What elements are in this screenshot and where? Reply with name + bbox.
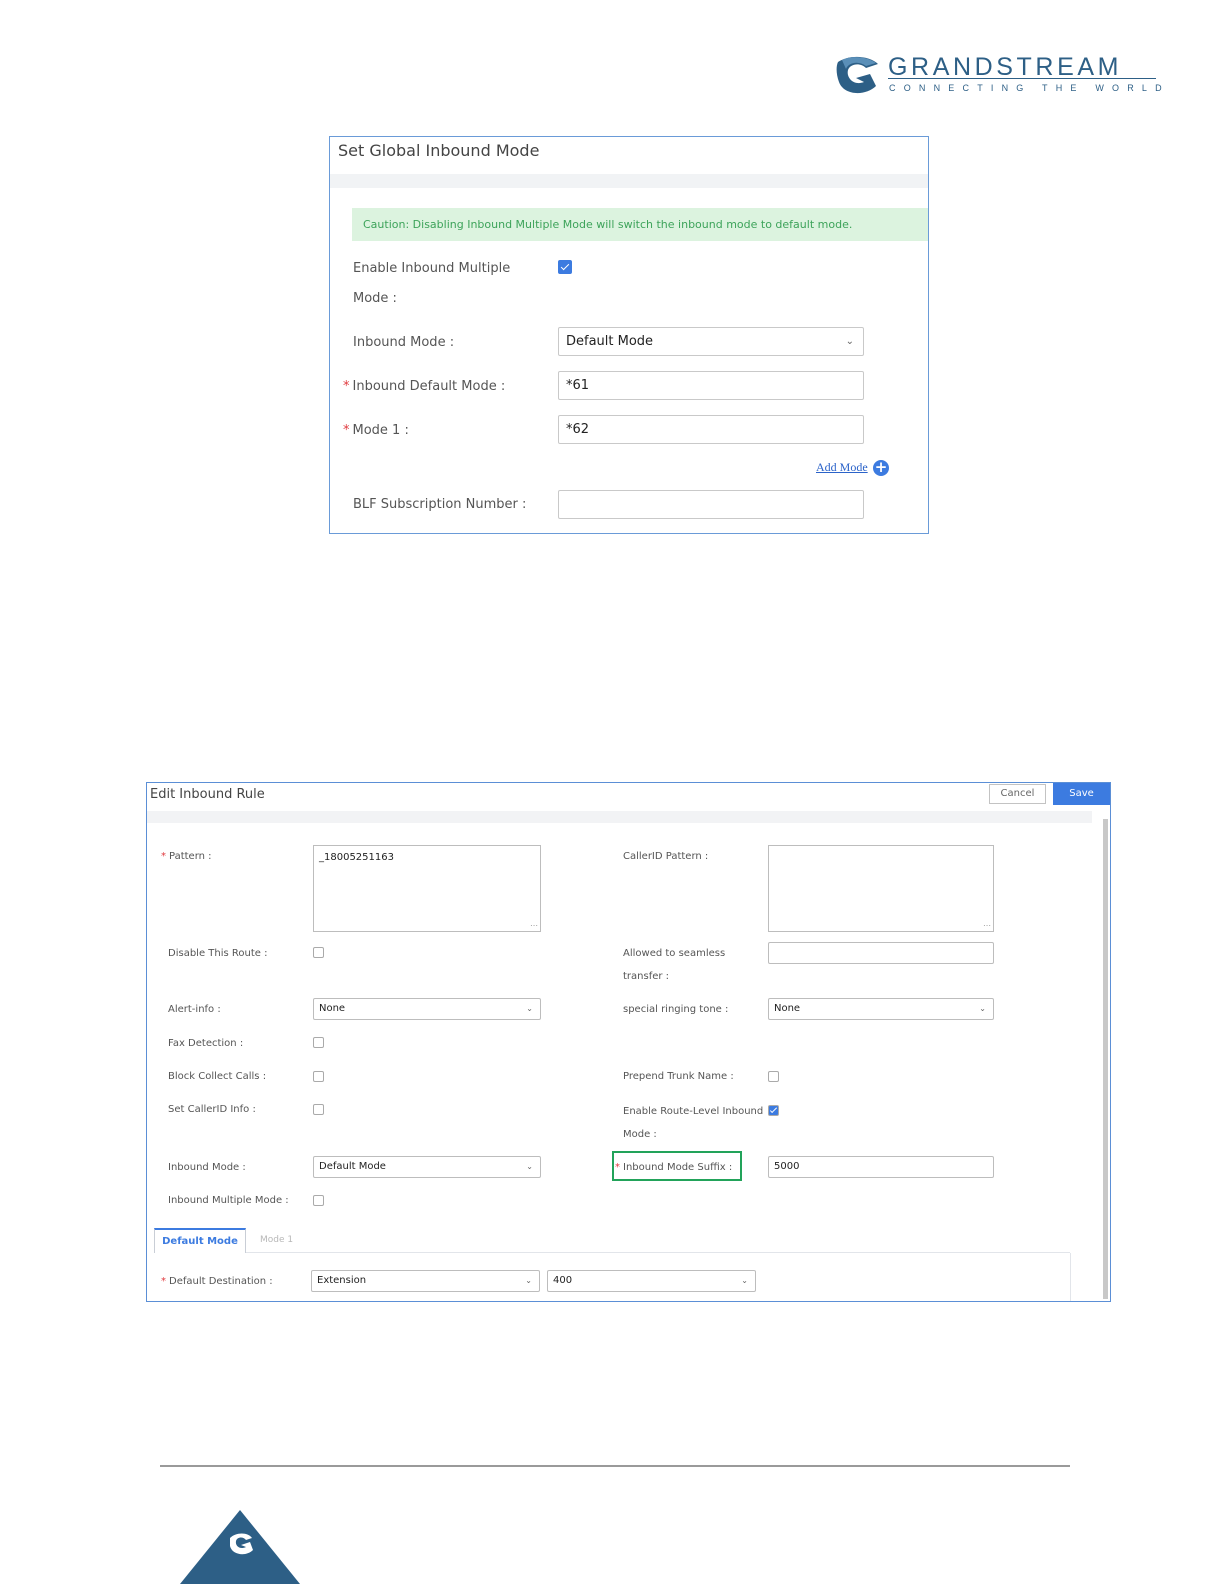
prepend-trunk-label: Prepend Trunk Name : [623, 1071, 734, 1082]
disable-route-checkbox[interactable] [313, 947, 324, 958]
inbound-mode-select[interactable]: Default Mode ⌄ [313, 1156, 541, 1178]
default-destination-type-value: Extension [317, 1275, 367, 1286]
inbound-mode-suffix-input[interactable]: 5000 [768, 1156, 994, 1178]
pattern-value: _18005251163 [319, 852, 394, 863]
header-divider [330, 174, 928, 188]
tab-content-border [1070, 1253, 1071, 1301]
alert-info-label: Alert-info : [168, 1004, 221, 1015]
route-level-mode-checkbox[interactable] [768, 1105, 779, 1116]
ringing-tone-label: special ringing tone : [623, 1004, 729, 1015]
chevron-down-icon: ⌄ [845, 336, 854, 347]
resize-grip-icon[interactable]: ⋯ [530, 921, 538, 930]
brand-tagline: CONNECTING THE WORLD [889, 83, 1170, 93]
default-destination-label: * Default Destination : [161, 1276, 273, 1287]
enable-multiple-mode-label-cont: Mode : [353, 291, 397, 306]
seamless-transfer-input[interactable] [768, 942, 994, 964]
inbound-mode-suffix-label: * Inbound Mode Suffix : [615, 1162, 733, 1173]
resize-grip-icon[interactable]: ⋯ [983, 921, 991, 930]
inbound-multiple-mode-checkbox[interactable] [313, 1195, 324, 1206]
tab-mode-1[interactable]: Mode 1 [260, 1235, 293, 1245]
ringing-tone-value: None [774, 1003, 801, 1014]
brand-underline [888, 78, 1156, 79]
seamless-transfer-label-cont: transfer : [623, 971, 670, 982]
pattern-textarea[interactable]: _18005251163 ⋯ [313, 845, 541, 932]
add-mode-plus-icon[interactable]: + [873, 460, 889, 476]
ringing-tone-select[interactable]: None ⌄ [768, 998, 994, 1020]
inbound-mode-label: Inbound Mode : [168, 1162, 246, 1173]
inbound-mode-select[interactable]: Default Mode ⌄ [558, 327, 864, 356]
chevron-down-icon: ⌄ [741, 1276, 748, 1285]
alert-info-select[interactable]: None ⌄ [313, 998, 541, 1020]
header-divider [147, 811, 1092, 823]
default-destination-select[interactable]: 400 ⌄ [547, 1270, 756, 1292]
tab-default-mode[interactable]: Default Mode [154, 1228, 246, 1253]
tab-divider [246, 1252, 1070, 1253]
inbound-default-mode-input[interactable]: *61 [558, 371, 864, 400]
mode1-label: * Mode 1 : [343, 423, 409, 438]
chevron-down-icon: ⌄ [525, 1276, 532, 1285]
inbound-mode-value: Default Mode [566, 334, 654, 349]
grandstream-logo-icon [836, 56, 878, 94]
disable-route-label: Disable This Route : [168, 948, 268, 959]
inbound-multiple-mode-label: Inbound Multiple Mode : [168, 1195, 289, 1206]
block-collect-label: Block Collect Calls : [168, 1071, 267, 1082]
alert-info-value: None [319, 1003, 346, 1014]
route-level-mode-label: Enable Route-Level Inbound [623, 1106, 764, 1117]
global-inbound-mode-panel: Set Global Inbound Mode Caution: Disabli… [329, 136, 929, 534]
fax-detection-checkbox[interactable] [313, 1037, 324, 1048]
default-destination-type-select[interactable]: Extension ⌄ [311, 1270, 540, 1292]
set-callerid-label: Set CallerID Info : [168, 1104, 256, 1115]
seamless-transfer-label: Allowed to seamless [623, 948, 726, 959]
scrollbar[interactable] [1103, 819, 1108, 1299]
block-collect-checkbox[interactable] [313, 1071, 324, 1082]
enable-multiple-mode-checkbox[interactable] [558, 260, 572, 274]
enable-multiple-mode-label: Enable Inbound Multiple [353, 261, 511, 276]
add-mode-link[interactable]: Add Mode [816, 460, 868, 475]
footer-rule [160, 1465, 1070, 1467]
inbound-default-mode-label: * Inbound Default Mode : [343, 379, 506, 394]
route-level-mode-label-cont: Mode : [623, 1129, 657, 1140]
prepend-trunk-checkbox[interactable] [768, 1071, 779, 1082]
callerid-pattern-textarea[interactable]: ⋯ [768, 845, 994, 932]
mode1-input[interactable]: *62 [558, 415, 864, 444]
edit-inbound-rule-panel: Edit Inbound Rule Cancel Save * Pattern :… [146, 782, 1111, 1302]
inbound-mode-label: Inbound Mode : [353, 335, 455, 350]
cancel-button[interactable]: Cancel [989, 784, 1046, 804]
blf-subscription-label: BLF Subscription Number : [353, 497, 527, 512]
panel-title: Edit Inbound Rule [150, 787, 265, 802]
footer-logo-triangle-icon [180, 1510, 300, 1584]
panel-title: Set Global Inbound Mode [338, 141, 540, 160]
chevron-down-icon: ⌄ [526, 1004, 533, 1013]
inbound-mode-value: Default Mode [319, 1161, 386, 1172]
caution-banner: Caution: Disabling Inbound Multiple Mode… [352, 208, 928, 241]
fax-detection-label: Fax Detection : [168, 1038, 244, 1049]
default-destination-value: 400 [553, 1275, 573, 1286]
blf-subscription-input[interactable] [558, 490, 864, 519]
set-callerid-checkbox[interactable] [313, 1104, 324, 1115]
pattern-label: * Pattern : [161, 851, 212, 862]
callerid-pattern-label: CallerID Pattern : [623, 851, 709, 862]
chevron-down-icon: ⌄ [526, 1162, 533, 1171]
chevron-down-icon: ⌄ [979, 1004, 986, 1013]
save-button[interactable]: Save [1053, 783, 1110, 805]
